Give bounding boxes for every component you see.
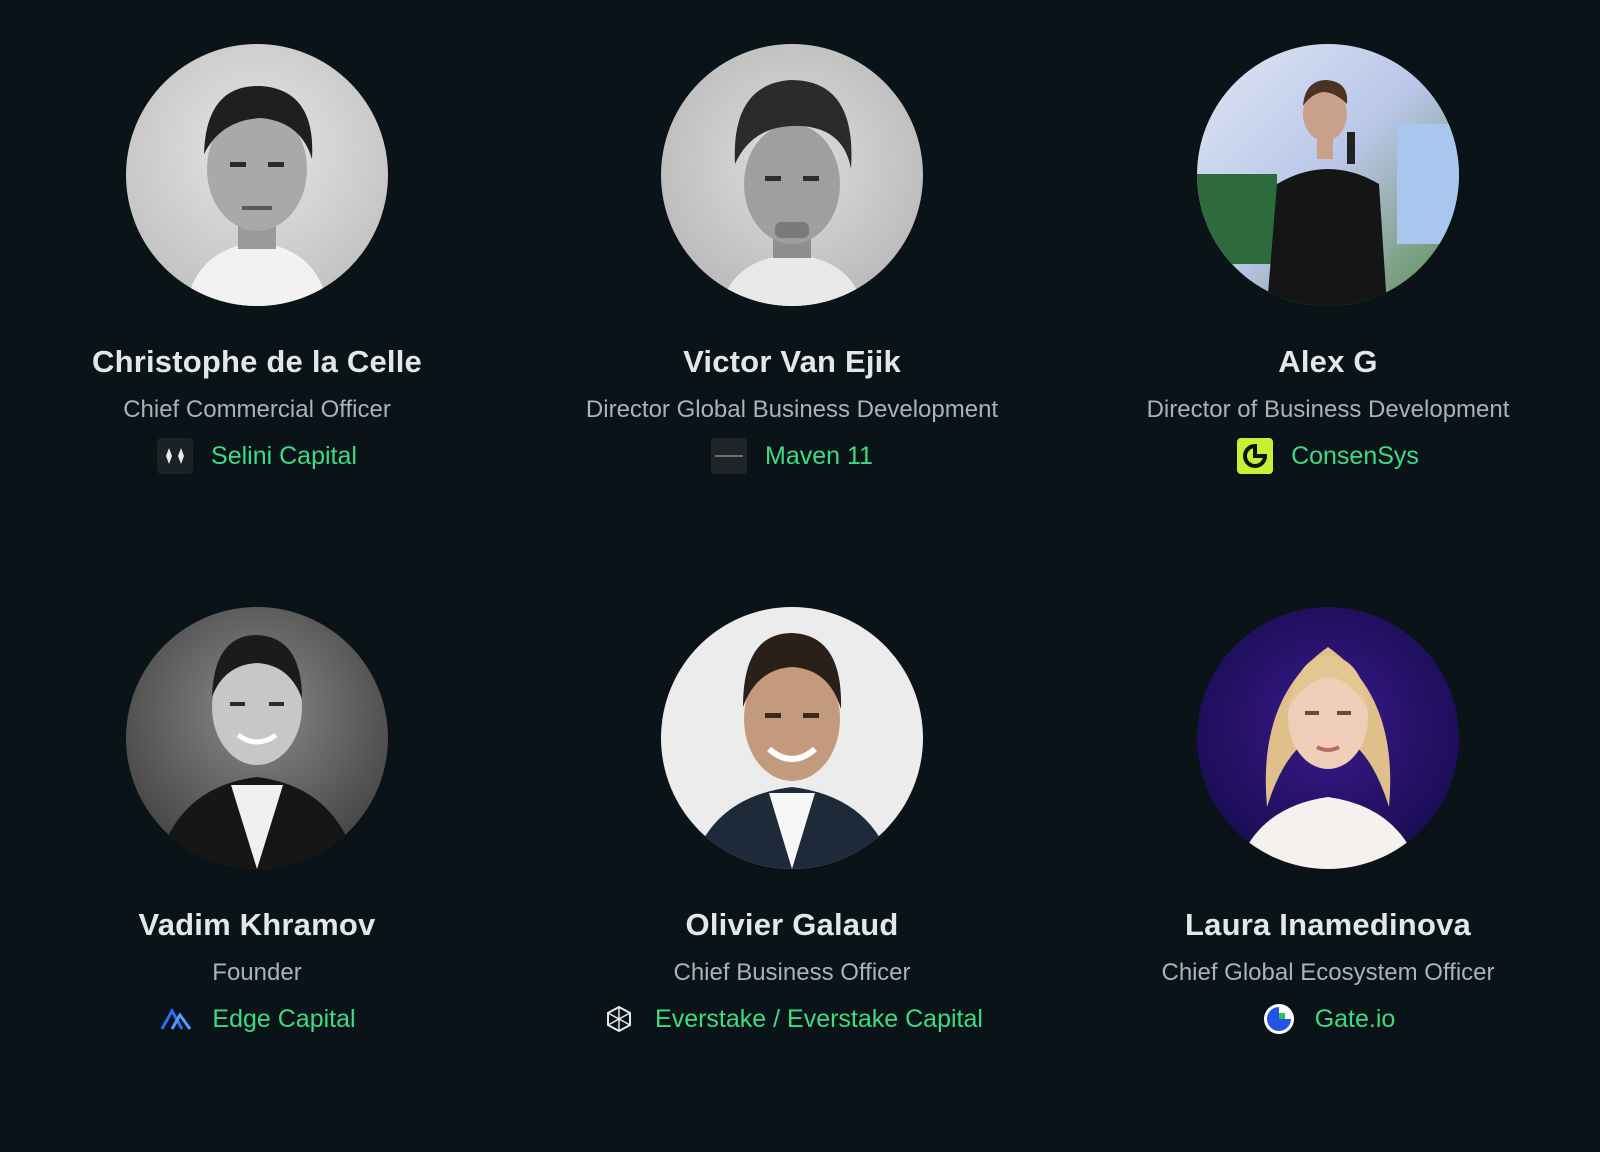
speaker-name: Laura Inamedinova: [1185, 907, 1471, 942]
company-link[interactable]: Everstake / Everstake Capital: [562, 1001, 1022, 1037]
company-name: Gate.io: [1314, 1004, 1396, 1033]
speaker-card: Alex G Director of Business Development …: [1098, 44, 1558, 474]
speaker-photo: [661, 44, 923, 306]
speakers-grid: Christophe de la Celle Chief Commercial …: [0, 0, 1600, 1152]
speaker-name: Christophe de la Celle: [92, 344, 422, 379]
company-link[interactable]: ConsenSys: [1098, 438, 1558, 474]
speaker-role: Chief Global Ecosystem Officer: [1161, 959, 1495, 986]
edge-capital-logo-icon: [158, 1001, 194, 1037]
speaker-photo: [661, 607, 923, 869]
company-link[interactable]: Edge Capital: [27, 1001, 487, 1037]
speaker-photo: [126, 44, 388, 306]
speaker-card: Victor Van Ejik Director Global Business…: [562, 44, 1022, 474]
speaker-role: Founder: [212, 959, 302, 986]
speaker-name: Vadim Khramov: [138, 907, 376, 942]
speaker-role: Director Global Business Development: [585, 396, 999, 423]
company-link[interactable]: Maven 11: [562, 438, 1022, 474]
maven-11-logo-icon: [711, 438, 748, 474]
speaker-card: Christophe de la Celle Chief Commercial …: [27, 44, 487, 474]
speaker-role: Director of Business Development: [1146, 396, 1510, 423]
company-name: ConsenSys: [1291, 441, 1419, 470]
speaker-photo: [1197, 607, 1459, 869]
speaker-name: Olivier Galaud: [685, 907, 899, 942]
company-name: Everstake / Everstake Capital: [655, 1004, 983, 1033]
company-link[interactable]: Gate.io: [1098, 1001, 1558, 1037]
speaker-role: Chief Business Officer: [673, 959, 911, 986]
speaker-card: Olivier Galaud Chief Business Officer Ev…: [562, 607, 1022, 1037]
company-name: Selini Capital: [211, 441, 357, 470]
company-name: Edge Capital: [212, 1004, 356, 1033]
speaker-name: Victor Van Ejik: [683, 344, 901, 379]
company-link[interactable]: Selini Capital: [27, 438, 487, 474]
selini-capital-logo-icon: [157, 438, 194, 474]
everstake-logo-icon: [601, 1001, 637, 1037]
gate-io-logo-icon: [1261, 1001, 1297, 1037]
speaker-role: Chief Commercial Officer: [123, 396, 391, 423]
speaker-photo: [126, 607, 388, 869]
speaker-photo: [1197, 44, 1459, 306]
speaker-name: Alex G: [1278, 344, 1378, 379]
consensys-logo-icon: [1237, 438, 1274, 474]
speaker-card: Vadim Khramov Founder Edge Capital: [27, 607, 487, 1037]
company-name: Maven 11: [765, 441, 873, 470]
speaker-card: Laura Inamedinova Chief Global Ecosystem…: [1098, 607, 1558, 1037]
